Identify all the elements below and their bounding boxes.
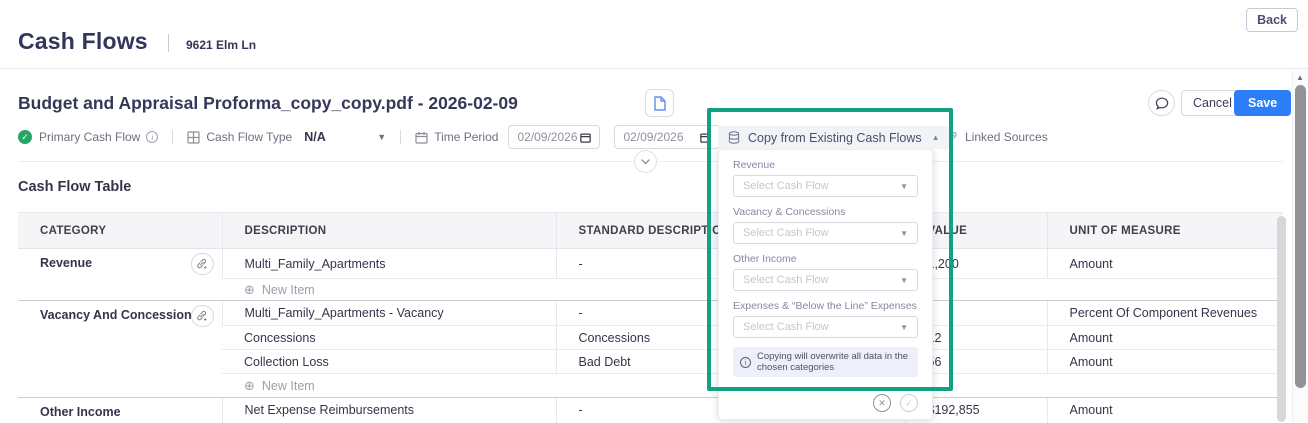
top-header: Cash Flows 9621 Elm Ln Back bbox=[0, 0, 1308, 69]
chevron-up-icon: ▲ bbox=[932, 133, 940, 142]
copy-from-existing-label: Copy from Existing Cash Flows bbox=[748, 131, 922, 145]
link-plus-icon bbox=[196, 258, 208, 270]
unit-cell[interactable]: Amount bbox=[1047, 398, 1283, 423]
select-placeholder: Select Cash Flow bbox=[743, 227, 829, 239]
database-icon bbox=[728, 131, 740, 144]
unit-cell[interactable]: Amount bbox=[1047, 350, 1283, 374]
table-title: Cash Flow Table bbox=[18, 179, 131, 195]
table-row: Revenue Multi_Family_Apartments - 1,200 … bbox=[18, 249, 1283, 279]
cashflow-type-value: N/A bbox=[304, 130, 326, 144]
category-cell: Other Income bbox=[18, 398, 222, 423]
datepicker-icon bbox=[580, 132, 591, 143]
start-date-input[interactable]: 02/09/2026 bbox=[508, 125, 600, 149]
primary-cashflow-label: Primary Cash Flow bbox=[39, 130, 140, 144]
description-cell[interactable]: Concessions bbox=[222, 326, 556, 350]
cashflow-type-select[interactable]: N/A ▼ bbox=[304, 130, 386, 144]
new-item-label: New Item bbox=[262, 379, 315, 393]
chevron-down-icon: ▼ bbox=[900, 182, 908, 191]
file-icon bbox=[653, 96, 666, 111]
scroll-up-arrow[interactable]: ▲ bbox=[1296, 73, 1304, 82]
overwrite-warning: i Copying will overwrite all data in the… bbox=[733, 347, 918, 377]
col-header-unit-of-measure: UNIT OF MEASURE bbox=[1047, 213, 1283, 249]
unit-cell[interactable]: Amount bbox=[1047, 249, 1283, 279]
field-label-expenses: Expenses & “Below the Line” Expenses bbox=[733, 300, 918, 312]
overwrite-warning-text: Copying will overwrite all data in the c… bbox=[757, 351, 911, 373]
category-cell: Revenue bbox=[18, 249, 222, 301]
datepicker-icon bbox=[700, 132, 711, 143]
link-plus-icon bbox=[196, 310, 208, 322]
select-placeholder: Select Cash Flow bbox=[743, 274, 829, 286]
plus-circle-icon: ⊕ bbox=[244, 282, 255, 298]
panel-cancel-button[interactable]: ✕ bbox=[873, 394, 891, 412]
cashflow-meta-row: ✓ Primary Cash Flow i Cash Flow Type N/A… bbox=[18, 124, 720, 150]
meta-divider bbox=[400, 130, 401, 144]
table-scrollbar-thumb[interactable] bbox=[1277, 216, 1286, 422]
meta-divider bbox=[172, 130, 173, 144]
category-label: Other Income bbox=[40, 405, 121, 419]
chevron-down-icon: ▼ bbox=[900, 229, 908, 238]
page-scrollbar[interactable]: ▲ bbox=[1292, 70, 1308, 422]
copy-from-existing-button[interactable]: Copy from Existing Cash Flows ▲ bbox=[718, 126, 950, 149]
info-icon: i bbox=[740, 357, 751, 368]
end-date-value: 02/09/2026 bbox=[623, 130, 683, 144]
back-button[interactable]: Back bbox=[1246, 8, 1298, 32]
primary-check-icon: ✓ bbox=[18, 130, 32, 144]
new-item-label: New Item bbox=[262, 283, 315, 297]
end-date-input[interactable]: 02/09/2026 bbox=[614, 125, 720, 149]
field-label-revenue: Revenue bbox=[733, 159, 918, 171]
title-divider bbox=[168, 34, 169, 52]
grid-icon bbox=[187, 131, 200, 144]
info-icon[interactable]: i bbox=[146, 131, 158, 143]
select-placeholder: Select Cash Flow bbox=[743, 321, 829, 333]
plus-circle-icon: ⊕ bbox=[244, 378, 255, 394]
category-label: Vacancy And Concessions bbox=[40, 308, 199, 322]
description-cell[interactable]: Collection Loss bbox=[222, 350, 556, 374]
panel-confirm-button[interactable]: ✓ bbox=[900, 394, 918, 412]
chevron-down-icon: ▼ bbox=[900, 276, 908, 285]
select-cashflow-revenue[interactable]: Select Cash Flow ▼ bbox=[733, 175, 918, 197]
table-row: Vacancy And Concessions Multi_Family_Apa… bbox=[18, 301, 1283, 326]
category-cell: Vacancy And Concessions bbox=[18, 301, 222, 398]
unit-cell[interactable]: Amount bbox=[1047, 326, 1283, 350]
link-add-button[interactable] bbox=[191, 305, 214, 327]
link-add-button[interactable] bbox=[191, 253, 214, 275]
calendar-icon bbox=[415, 131, 428, 144]
collapse-section-button[interactable] bbox=[634, 150, 657, 173]
linked-sources-label: Linked Sources bbox=[965, 130, 1048, 144]
comments-button[interactable] bbox=[1148, 90, 1175, 116]
cashflow-type-label: Cash Flow Type bbox=[206, 130, 292, 144]
chevron-down-icon: ▼ bbox=[377, 132, 386, 142]
description-cell[interactable]: Multi_Family_Apartments - Vacancy bbox=[222, 301, 556, 326]
page-title: Cash Flows bbox=[18, 28, 148, 55]
document-title: Budget and Appraisal Proforma_copy_copy.… bbox=[18, 93, 518, 114]
category-label: Revenue bbox=[40, 256, 92, 270]
cash-flow-table: CATEGORY DESCRIPTION STANDARD DESCRIPTIO… bbox=[18, 212, 1283, 423]
scrollbar-thumb[interactable] bbox=[1295, 85, 1306, 388]
select-cashflow-vacancy[interactable]: Select Cash Flow ▼ bbox=[733, 222, 918, 244]
unit-cell[interactable]: Percent Of Component Revenues bbox=[1047, 301, 1283, 326]
col-header-category: CATEGORY bbox=[18, 213, 222, 249]
field-label-other-income: Other Income bbox=[733, 253, 918, 265]
linked-sources-button[interactable]: Linked Sources bbox=[946, 130, 1048, 144]
chevron-down-icon: ▼ bbox=[900, 323, 908, 332]
chat-bubble-icon bbox=[1155, 97, 1169, 110]
select-cashflow-other-income[interactable]: Select Cash Flow ▼ bbox=[733, 269, 918, 291]
chevron-down-icon bbox=[641, 159, 650, 165]
description-cell[interactable]: Net Expense Reimbursements bbox=[222, 398, 556, 423]
breadcrumb-property: 9621 Elm Ln bbox=[186, 38, 256, 52]
panel-footer: ✕ ✓ bbox=[733, 387, 918, 412]
copy-from-existing-panel: Revenue Select Cash Flow ▼ Vacancy & Con… bbox=[718, 149, 933, 420]
select-placeholder: Select Cash Flow bbox=[743, 180, 829, 192]
table-row: Other Income Net Expense Reimbursements … bbox=[18, 398, 1283, 423]
select-cashflow-expenses[interactable]: Select Cash Flow ▼ bbox=[733, 316, 918, 338]
time-period-label: Time Period bbox=[434, 130, 498, 144]
document-file-button[interactable] bbox=[645, 89, 674, 117]
table-header-row: CATEGORY DESCRIPTION STANDARD DESCRIPTIO… bbox=[18, 213, 1283, 249]
description-cell[interactable]: Multi_Family_Apartments bbox=[222, 249, 556, 279]
field-label-vacancy: Vacancy & Concessions bbox=[733, 206, 918, 218]
start-date-value: 02/09/2026 bbox=[517, 130, 577, 144]
save-button[interactable]: Save bbox=[1234, 90, 1291, 116]
col-header-description: DESCRIPTION bbox=[222, 213, 556, 249]
